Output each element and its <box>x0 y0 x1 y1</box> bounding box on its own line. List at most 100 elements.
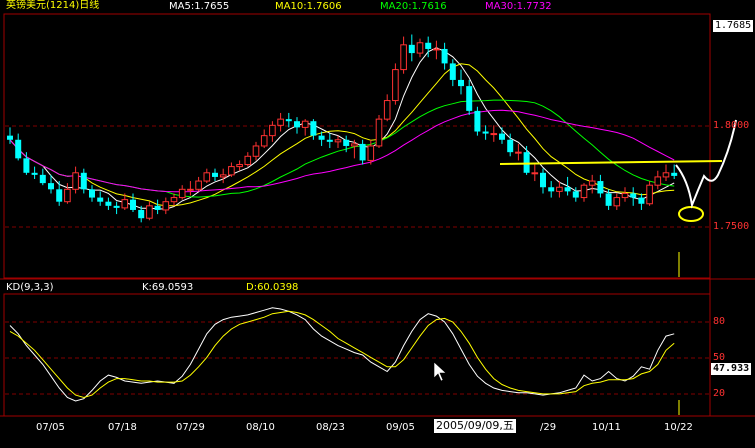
candle-body-up <box>301 120 309 128</box>
ma10-label: MA10:1.7606 <box>275 1 342 12</box>
candle <box>654 170 662 190</box>
candle <box>154 199 161 215</box>
candle-body-up <box>244 155 252 166</box>
candle-body-down <box>89 189 95 198</box>
candle-body-down <box>671 172 678 176</box>
candle <box>203 168 211 184</box>
kd-tick-80: 80 <box>713 316 726 327</box>
candle-body-up <box>515 151 522 154</box>
chart-title: 英镑美元(1214)日线 <box>6 0 100 11</box>
candle-body-down <box>572 191 579 198</box>
candle <box>64 183 71 204</box>
candle <box>630 187 637 206</box>
candle <box>105 197 112 210</box>
x-tick-0718: 07/18 <box>108 422 137 433</box>
candle-body-up <box>367 145 375 161</box>
candle <box>458 69 464 95</box>
candle <box>597 174 604 198</box>
candle <box>219 168 227 184</box>
ma5-label: MA5:1.7655 <box>169 1 230 12</box>
candle-body-up <box>203 172 211 182</box>
candle-body-down <box>48 183 54 190</box>
candle-body-down <box>56 189 63 202</box>
candle <box>260 129 268 149</box>
candle-body-down <box>359 143 366 161</box>
candle <box>178 185 186 200</box>
candle-body-down <box>474 110 481 132</box>
candle <box>392 63 399 105</box>
x-tick-1022: 10/22 <box>664 422 693 433</box>
candle-body-up <box>588 180 596 186</box>
candle <box>80 168 87 194</box>
candle-body-down <box>138 209 145 219</box>
candle-body-down <box>7 135 13 140</box>
candle <box>146 201 153 221</box>
candle-body-up <box>531 172 539 175</box>
candle <box>294 117 300 134</box>
candle <box>490 125 498 142</box>
candle-body-down <box>97 197 104 202</box>
candle <box>540 168 546 194</box>
candle <box>383 94 391 122</box>
candle-body-down <box>466 86 473 111</box>
candle <box>359 139 366 165</box>
candle <box>466 79 473 116</box>
candle <box>15 133 22 161</box>
candle <box>236 160 243 171</box>
candle <box>228 162 235 177</box>
candle-body-up <box>219 174 227 178</box>
candle-body-up <box>580 184 588 199</box>
ma30-label: MA30:1.7732 <box>485 1 552 12</box>
candle <box>130 193 136 213</box>
x-tick-partial: /29 <box>540 422 557 433</box>
candle-body-down <box>318 135 325 140</box>
candle-body-up <box>490 133 498 136</box>
candle-body-up <box>187 188 194 191</box>
candle-body-up <box>146 205 153 219</box>
candle <box>113 201 120 215</box>
candle-body-up <box>556 186 563 192</box>
candle-body-down <box>482 131 489 134</box>
candle-body-up <box>351 143 358 147</box>
candle <box>97 191 104 206</box>
candle-body-up <box>621 192 629 199</box>
x-tick-0905: 09/05 <box>386 422 415 433</box>
candle-body-up <box>170 197 178 203</box>
candle-body-up <box>646 184 653 205</box>
candle-body-down <box>285 119 292 122</box>
ma10-line <box>9 63 675 207</box>
candle-body-down <box>105 201 112 206</box>
candle-body-down <box>343 139 350 146</box>
candle-body-up <box>236 164 243 168</box>
candle-body-up <box>392 69 399 102</box>
candle <box>515 143 522 161</box>
candle <box>269 121 276 142</box>
candle-body-up <box>121 199 129 209</box>
x-tick-0729: 07/29 <box>176 422 205 433</box>
candle <box>507 133 514 157</box>
candle <box>433 40 440 60</box>
candle-body-down <box>507 139 514 153</box>
candle-body-up <box>252 145 260 157</box>
candle <box>162 197 170 215</box>
candle-body-down <box>564 187 571 192</box>
candle <box>72 166 79 194</box>
ma30-line <box>9 109 675 193</box>
candle <box>31 166 38 179</box>
support-circle <box>678 206 704 222</box>
candle <box>499 127 505 144</box>
candle <box>662 164 670 182</box>
candle-body-up <box>400 44 407 71</box>
candle-body-down <box>39 174 46 184</box>
x-tick-0810: 08/10 <box>246 422 275 433</box>
candle-body-down <box>523 152 530 173</box>
candle <box>474 106 481 136</box>
candle-body-down <box>80 172 87 190</box>
candle-body-up <box>277 118 284 126</box>
candle <box>621 187 629 202</box>
candle <box>170 193 178 206</box>
candle-body-down <box>499 133 505 140</box>
candle <box>252 141 260 161</box>
price-tick-1750: 1.7500 <box>713 221 750 232</box>
candle-body-down <box>31 172 38 175</box>
